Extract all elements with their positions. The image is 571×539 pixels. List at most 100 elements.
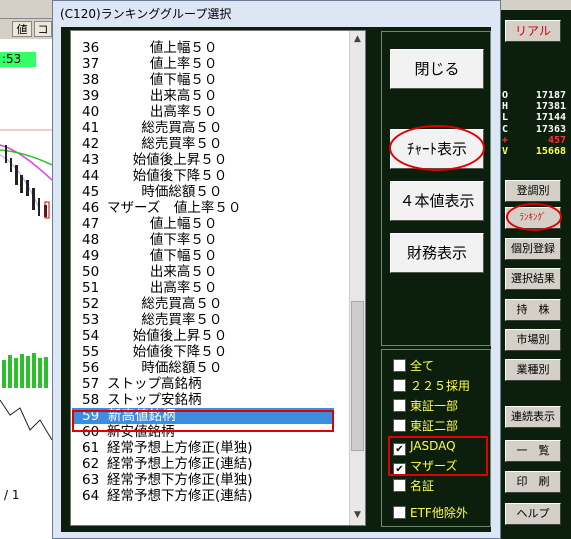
- list-item[interactable]: 63 経常予想下方修正(単独): [71, 472, 351, 488]
- checkbox-empty-icon[interactable]: [393, 506, 406, 519]
- dialog-title: (C120)ランキンググループ選択: [60, 7, 232, 21]
- checkbox-empty-icon[interactable]: [393, 479, 406, 492]
- four-value-button[interactable]: ４本値表示: [390, 181, 484, 221]
- list-item[interactable]: 61 経常予想上方修正(単独): [71, 440, 351, 456]
- continuous-display-button[interactable]: 連続表示: [505, 406, 561, 428]
- list-item-number: 61: [82, 440, 100, 456]
- list-item[interactable]: 42 総売買率５０: [71, 136, 351, 152]
- list-item-label: ストップ安銘柄: [107, 392, 202, 408]
- list-scrollbar[interactable]: ▲ ▼: [349, 31, 365, 525]
- list-item[interactable]: 45 時価総額５０: [71, 184, 351, 200]
- filter-checkbox[interactable]: ２２５採用: [393, 378, 470, 394]
- list-item[interactable]: 57 ストップ高銘柄: [71, 376, 351, 392]
- list-item[interactable]: 41 総売買高５０: [71, 120, 351, 136]
- list-item-number: 43: [82, 152, 100, 168]
- scroll-up-arrow-icon[interactable]: ▲: [350, 31, 365, 47]
- print-button[interactable]: 印 刷: [505, 471, 561, 493]
- list-item[interactable]: 48 値下率５０: [71, 232, 351, 248]
- checkbox-empty-icon[interactable]: [393, 359, 406, 372]
- holdings-button[interactable]: 持 株: [505, 299, 561, 321]
- industry-button[interactable]: 業種別: [505, 359, 561, 381]
- list-item-label: ストップ高銘柄: [107, 376, 202, 392]
- list-item-number: 46: [82, 200, 100, 216]
- ranking-group-list[interactable]: 36 値上幅５０ 37 値上率５０ 38 値下幅５０ 39 出来高５０ 40 出高率５０…: [70, 30, 366, 526]
- ohlc-row: H 17381: [502, 101, 568, 112]
- list-item[interactable]: 38 値下幅５０: [71, 72, 351, 88]
- help-button[interactable]: ヘルプ: [505, 503, 561, 525]
- list-item[interactable]: 39 出来高５０: [71, 88, 351, 104]
- scroll-thumb[interactable]: [351, 301, 364, 451]
- list-item-label: 経常予想下方修正(連結): [107, 488, 253, 504]
- list-item[interactable]: 62 経常予想上方修正(連結): [71, 456, 351, 472]
- list-item[interactable]: 54 始値後上昇５０: [71, 328, 351, 344]
- background-tab-value[interactable]: 値: [12, 21, 32, 37]
- register-category-button[interactable]: 登調別: [505, 180, 561, 202]
- annotation-box-filters: [388, 436, 488, 476]
- list-item-number: 53: [82, 312, 100, 328]
- list-item-label: 時価総額５０: [107, 184, 223, 200]
- filter-checkbox[interactable]: 東証一部: [393, 398, 458, 414]
- market-button[interactable]: 市場別: [505, 329, 561, 351]
- list-item-label: 経常予想上方修正(単独): [107, 440, 253, 456]
- background-toolbar: [0, 0, 52, 19]
- right-panel-topbar: [500, 0, 571, 10]
- individual-register-button[interactable]: 個別登録: [505, 238, 561, 260]
- list-item-label: 始値後上昇５０: [107, 328, 228, 344]
- background-price-readout: :53: [0, 52, 36, 67]
- list-item[interactable]: 58 ストップ安銘柄: [71, 392, 351, 408]
- ohlc-row: +457: [502, 135, 568, 146]
- list-item[interactable]: 43 始値後上昇５０: [71, 152, 351, 168]
- list-item[interactable]: 51 出高率５０: [71, 280, 351, 296]
- filter-checkbox[interactable]: ETF他除外: [393, 505, 468, 521]
- list-item[interactable]: 47 値上幅５０: [71, 216, 351, 232]
- list-item-label: 始値後下降５０: [107, 168, 228, 184]
- scroll-down-arrow-icon[interactable]: ▼: [350, 507, 365, 523]
- annotation-oval-ranking-button: [506, 203, 562, 231]
- list-item-number: 64: [82, 488, 100, 504]
- list-item-label: 経常予想上方修正(連結): [107, 456, 253, 472]
- filter-checkbox[interactable]: 東証二部: [393, 418, 458, 434]
- list-item[interactable]: 46 マザーズ 値上率５０: [71, 200, 351, 216]
- list-item[interactable]: 36 値上幅５０: [71, 40, 351, 56]
- list-item-number: 38: [82, 72, 100, 88]
- checkbox-empty-icon[interactable]: [393, 419, 406, 432]
- list-item-label: 総売買高５０: [107, 296, 223, 312]
- list-item[interactable]: 56 時価総額５０: [71, 360, 351, 376]
- ohlc-value: 17144: [535, 112, 566, 124]
- list-item[interactable]: 40 出高率５０: [71, 104, 351, 120]
- background-candlestick-chart: [0, 129, 52, 441]
- real-button[interactable]: リアル: [505, 20, 561, 42]
- ohlc-row: C 17363: [502, 124, 568, 135]
- list-item[interactable]: 50 出来高５０: [71, 264, 351, 280]
- list-item[interactable]: 64 経常予想下方修正(連結): [71, 488, 351, 504]
- list-item-number: 40: [82, 104, 100, 120]
- list-item[interactable]: 37 値上率５０: [71, 56, 351, 72]
- list-item-number: 51: [82, 280, 100, 296]
- list-item-number: 63: [82, 472, 100, 488]
- list-item-number: 45: [82, 184, 100, 200]
- ohlc-key: +: [502, 134, 509, 146]
- background-tab-co[interactable]: コ: [34, 21, 52, 37]
- list-item-number: 56: [82, 360, 100, 376]
- list-item-label: 値下幅５０: [107, 72, 218, 88]
- checkbox-empty-icon[interactable]: [393, 399, 406, 412]
- ohlc-key: V: [502, 145, 509, 157]
- list-item-label: 値上幅５０: [107, 40, 218, 56]
- list-item-label: 始値後下降５０: [107, 344, 228, 360]
- financial-button[interactable]: 財務表示: [390, 233, 484, 273]
- ohlc-value: 15668: [535, 145, 566, 157]
- list-item[interactable]: 52 総売買高５０: [71, 296, 351, 312]
- list-item[interactable]: 49 値下幅５０: [71, 248, 351, 264]
- list-item[interactable]: 53 総売買率５０: [71, 312, 351, 328]
- filter-checkbox[interactable]: 全て: [393, 358, 434, 374]
- list-item[interactable]: 55 始値後下降５０: [71, 344, 351, 360]
- filter-checkbox[interactable]: 名証: [393, 478, 434, 494]
- annotation-box-selected-item: [72, 410, 334, 432]
- list-item-number: 37: [82, 56, 100, 72]
- list-item-label: 出高率５０: [107, 104, 218, 120]
- close-button[interactable]: 閉じる: [390, 49, 484, 89]
- list-item[interactable]: 44 始値後下降５０: [71, 168, 351, 184]
- selection-result-button[interactable]: 選択結果: [505, 268, 561, 290]
- list-view-button[interactable]: 一 覧: [505, 440, 561, 462]
- checkbox-empty-icon[interactable]: [393, 379, 406, 392]
